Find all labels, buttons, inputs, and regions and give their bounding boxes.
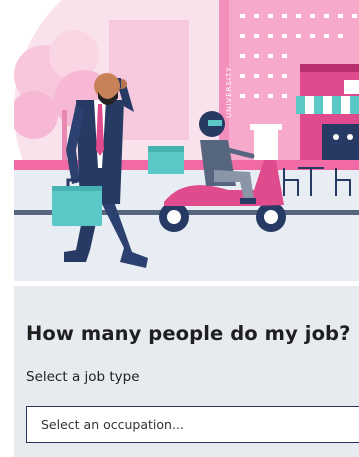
city-scene-illustration: UNIVERSITY [14,0,359,281]
page: UNIVERSITY How many people do my job? Se… [0,0,359,457]
shop-front [296,64,359,160]
university-sign: UNIVERSITY [225,66,233,118]
card-heading: How many people do my job? [26,322,351,345]
occupation-select[interactable]: Select an occupation... [26,406,359,443]
occupation-select-placeholder: Select an occupation... [41,417,184,432]
hero-illustration: UNIVERSITY [14,0,359,281]
occupation-card: How many people do my job? Select a job … [14,286,359,457]
job-type-label: Select a job type [26,369,140,385]
